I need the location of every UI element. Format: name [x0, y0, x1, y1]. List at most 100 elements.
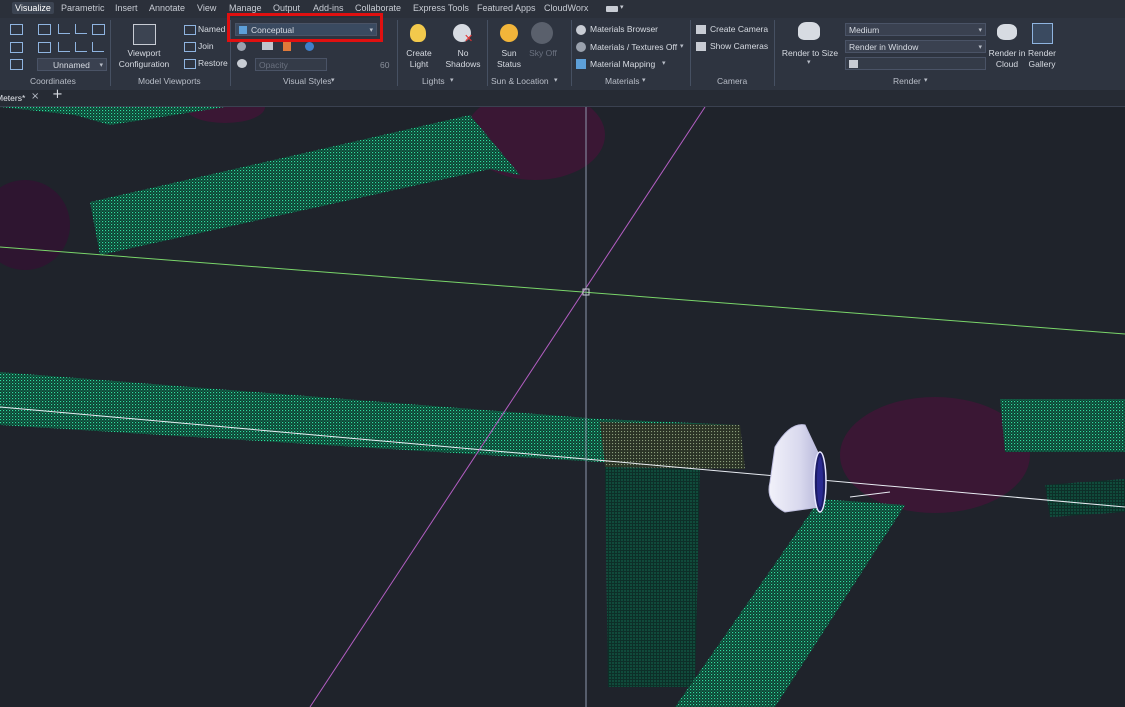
xray-icon[interactable] — [237, 59, 247, 68]
chevron-down-icon[interactable]: ▾ — [620, 3, 624, 11]
create-light-icon[interactable] — [410, 24, 426, 42]
chevron-down-icon[interactable]: ▾ — [554, 76, 558, 84]
restore-viewports-icon[interactable] — [184, 59, 196, 69]
viewport-configuration-label-2[interactable]: Configuration — [114, 59, 174, 69]
viewport-configuration-icon[interactable] — [133, 24, 156, 45]
join-viewports-button[interactable]: Join — [198, 41, 214, 51]
color-style-icon[interactable] — [283, 42, 291, 51]
materials-textures-icon[interactable] — [576, 42, 586, 52]
render-in-cloud-label-1[interactable]: Render in — [986, 48, 1028, 58]
visual-styles-panel-label[interactable]: Visual Styles — [283, 76, 332, 86]
panel-divider — [690, 20, 691, 86]
render-quality-value: Medium — [849, 25, 880, 35]
highlight-box — [227, 13, 383, 42]
ucs-icon[interactable] — [10, 24, 23, 35]
materials-browser-button[interactable]: Materials Browser — [590, 24, 658, 34]
render-in-cloud-icon[interactable] — [997, 24, 1017, 40]
chevron-down-icon[interactable]: ▾ — [642, 76, 646, 84]
render-output-path-field[interactable] — [845, 57, 986, 70]
edge-style-icon[interactable] — [237, 42, 246, 51]
ucs-3point-icon[interactable] — [92, 42, 104, 52]
ucs-y-icon[interactable] — [75, 42, 87, 52]
named-viewports-button[interactable]: Named — [198, 24, 225, 34]
show-cameras-button[interactable]: Show Cameras — [710, 41, 768, 51]
point-cloud-pipe — [1045, 479, 1125, 517]
face-style-icon[interactable] — [262, 42, 273, 50]
create-light-label-2[interactable]: Light — [402, 59, 436, 69]
sun-status-label-2[interactable]: Status — [491, 59, 527, 69]
sun-location-panel-label[interactable]: Sun & Location — [491, 76, 549, 86]
camera-panel-label[interactable]: Camera — [717, 76, 747, 86]
materials-panel-label[interactable]: Materials — [605, 76, 639, 86]
tab-insert[interactable]: Insert — [112, 2, 141, 14]
sky-off-icon[interactable] — [531, 22, 553, 44]
panel-divider — [774, 20, 775, 86]
tab-express-tools[interactable]: Express Tools — [410, 2, 472, 14]
sun-status-icon[interactable] — [500, 24, 518, 42]
render-gallery-icon[interactable] — [1032, 23, 1053, 44]
ucs-face-icon[interactable] — [38, 42, 51, 53]
viewport-configuration-label-1[interactable]: Viewport — [118, 48, 170, 58]
coordinates-panel-label[interactable]: Coordinates — [30, 76, 76, 86]
render-panel-label[interactable]: Render — [893, 76, 921, 86]
tab-cloudworx[interactable]: CloudWorx — [541, 2, 591, 14]
ucs-name: Unnamed — [53, 60, 90, 70]
join-viewports-icon[interactable] — [184, 42, 196, 52]
panel-divider — [487, 20, 488, 86]
ucs-view-icon[interactable] — [92, 24, 105, 35]
tab-visualize[interactable]: Visualize — [12, 2, 54, 14]
ucs-origin-icon[interactable] — [58, 24, 70, 34]
chevron-down-icon[interactable]: ▾ — [331, 76, 335, 84]
ribbon-tab-bar: Visualize Parametric Insert Annotate Vie… — [0, 0, 1125, 19]
ucs-manager-icon[interactable] — [10, 59, 23, 70]
render-to-size-button[interactable]: Render to Size — [780, 48, 840, 58]
drawing-viewport[interactable] — [0, 107, 1125, 707]
chevron-down-icon[interactable]: ▾ — [924, 76, 928, 84]
restore-viewports-button[interactable]: Restore — [198, 58, 228, 68]
render-in-cloud-label-2[interactable]: Cloud — [986, 59, 1028, 69]
lights-panel-label[interactable]: Lights — [422, 76, 445, 86]
materials-textures-toggle[interactable]: Materials / Textures Off — [590, 42, 677, 52]
render-quality-dropdown[interactable]: Medium ▾ — [845, 23, 986, 36]
no-shadows-label-1[interactable]: No — [445, 48, 481, 58]
render-gallery-label-2[interactable]: Gallery — [1024, 59, 1060, 69]
model-viewports-panel-label[interactable]: Model Viewports — [138, 76, 201, 86]
create-camera-button[interactable]: Create Camera — [710, 24, 768, 34]
render-gallery-label-1[interactable]: Render — [1024, 48, 1060, 58]
render-to-size-icon[interactable] — [798, 22, 820, 40]
named-viewports-icon[interactable] — [184, 25, 196, 35]
point-cloud-pipe — [90, 115, 520, 255]
ucs-named-dropdown[interactable]: Unnamed ▾ — [37, 58, 107, 71]
opacity-slider[interactable]: Opacity — [255, 58, 327, 71]
new-tab-icon[interactable]: + — [52, 88, 63, 101]
workspace-toggle-icon[interactable] — [606, 6, 618, 12]
ucs-object-icon[interactable] — [10, 42, 23, 53]
material-display-icon[interactable] — [305, 42, 314, 51]
show-cameras-icon[interactable] — [696, 42, 706, 51]
tab-annotate[interactable]: Annotate — [146, 2, 188, 14]
render-target-dropdown[interactable]: Render in Window ▾ — [845, 40, 986, 53]
ucs-z-axis-icon[interactable] — [75, 24, 87, 34]
no-shadows-label-2[interactable]: Shadows — [443, 59, 483, 69]
tab-parametric[interactable]: Parametric — [58, 2, 108, 14]
sky-off-label[interactable]: Sky Off — [524, 48, 562, 58]
document-tab-meters[interactable]: Meters* — [0, 93, 25, 103]
panel-divider — [110, 20, 111, 86]
materials-browser-icon[interactable] — [576, 25, 586, 35]
material-mapping-button[interactable]: Material Mapping — [590, 59, 655, 69]
chevron-down-icon[interactable]: ▾ — [680, 42, 684, 50]
material-mapping-icon[interactable] — [576, 59, 586, 69]
close-icon[interactable]: × — [31, 92, 39, 102]
ucs-world-icon[interactable] — [38, 24, 51, 35]
tab-view[interactable]: View — [194, 2, 219, 14]
chevron-down-icon[interactable]: ▾ — [662, 59, 666, 67]
create-camera-icon[interactable] — [696, 25, 706, 34]
tab-featured-apps[interactable]: Featured Apps — [474, 2, 539, 14]
ucs-x-icon[interactable] — [58, 42, 70, 52]
chevron-down-icon[interactable]: ▾ — [807, 58, 811, 66]
panel-divider — [571, 20, 572, 86]
reducer-fitting[interactable] — [768, 424, 827, 513]
sun-status-label-1[interactable]: Sun — [494, 48, 524, 58]
chevron-down-icon[interactable]: ▾ — [450, 76, 454, 84]
create-light-label-1[interactable]: Create — [402, 48, 436, 58]
